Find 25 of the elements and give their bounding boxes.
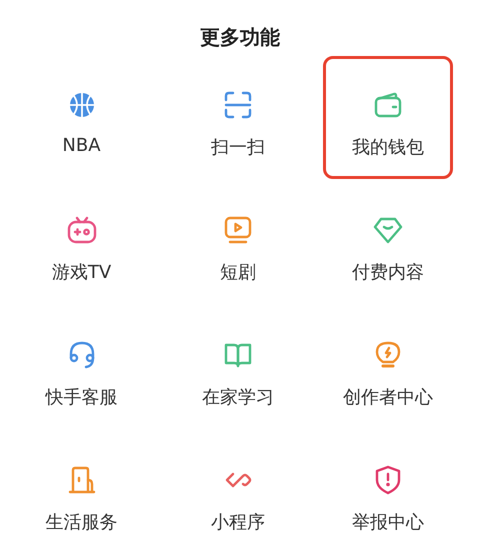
feature-item[interactable]: 扫一扫	[173, 56, 303, 179]
feature-label: NBA	[62, 135, 101, 156]
feature-item[interactable]: 游戏TV	[16, 181, 146, 304]
feature-label: 游戏TV	[52, 261, 112, 284]
feature-item[interactable]: 付费内容	[323, 181, 453, 304]
feature-label: 举报中心	[352, 511, 424, 534]
section-title: 更多功能	[199, 24, 281, 51]
feature-label: 短剧	[220, 261, 256, 284]
feature-item[interactable]: 创作者中心	[323, 306, 453, 429]
feature-item[interactable]: 短剧	[173, 181, 303, 304]
feature-label: 付费内容	[352, 261, 424, 284]
feature-label: 我的钱包	[352, 136, 424, 159]
feature-item[interactable]: 小程序	[173, 431, 303, 552]
feature-item[interactable]: 举报中心	[323, 431, 453, 552]
feature-label: 快手客服	[46, 386, 118, 409]
feature-item[interactable]: 快手客服	[16, 306, 146, 429]
feature-label: 在家学习	[202, 386, 274, 409]
feature-label: 创作者中心	[343, 386, 433, 409]
feature-item[interactable]: 在家学习	[173, 306, 303, 429]
feature-label: 生活服务	[46, 511, 118, 534]
feature-label: 小程序	[211, 511, 265, 534]
feature-item[interactable]: NBA	[16, 56, 146, 179]
feature-item[interactable]: 生活服务	[16, 431, 146, 552]
feature-label: 扫一扫	[211, 136, 265, 159]
feature-item[interactable]: 我的钱包	[323, 56, 453, 179]
